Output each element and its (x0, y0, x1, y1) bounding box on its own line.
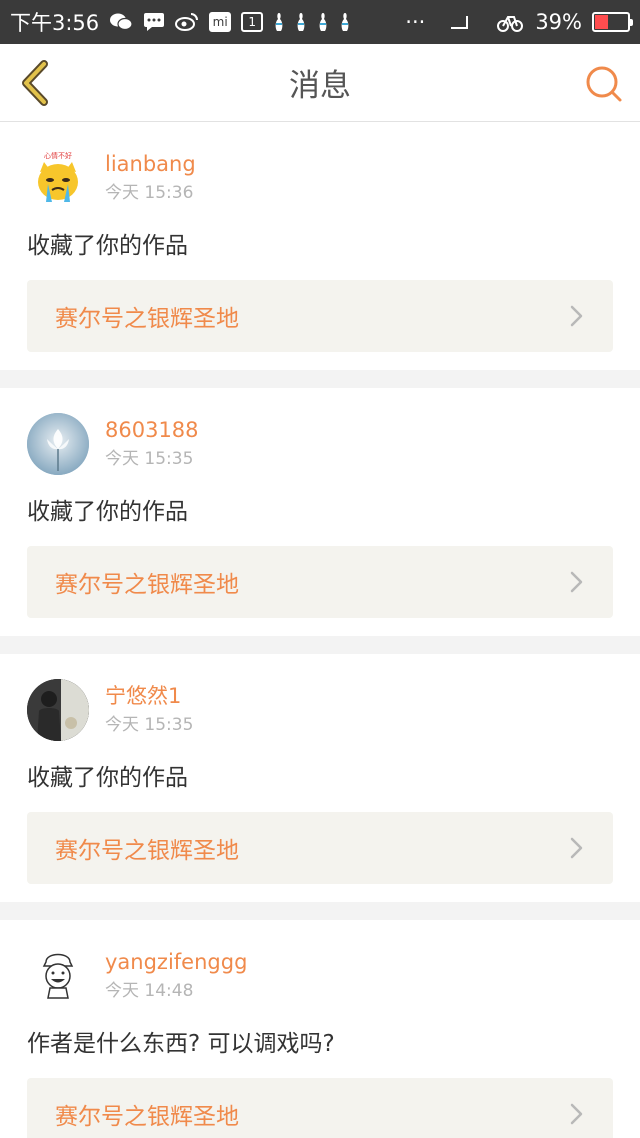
message-text: 收藏了你的作品 (27, 233, 188, 259)
username[interactable]: 宁悠然1 (105, 682, 193, 710)
signal-icon (449, 12, 469, 32)
work-title: 赛尔号之银辉圣地 (55, 838, 239, 864)
username[interactable]: 8603188 (105, 416, 199, 444)
notification-card: 宁悠然1 今天 15:35 收藏了你的作品 赛尔号之银辉圣地 (0, 654, 640, 902)
avatar-image (42, 953, 74, 999)
calendar-icon: 1 (241, 12, 264, 32)
work-link[interactable]: 赛尔号之银辉圣地 (27, 280, 613, 352)
avatar-image (27, 413, 89, 475)
battery-fill (595, 15, 609, 29)
status-time: 下午3:56 (10, 11, 100, 35)
notification-card: 8603188 今天 15:35 收藏了你的作品 赛尔号之银辉圣地 (0, 388, 640, 636)
chevron-right-icon (570, 571, 583, 593)
timestamp: 今天 15:35 (105, 449, 194, 469)
status-bar: 下午3:56 mi 1 ··· 39% (0, 0, 640, 44)
message-text: 收藏了你的作品 (27, 499, 188, 525)
page-title: 消息 (289, 68, 351, 104)
search-icon (586, 66, 622, 102)
weibo-icon (175, 12, 199, 32)
avatar[interactable] (27, 679, 89, 741)
username[interactable]: lianbang (105, 150, 196, 178)
notification-feed: 心情不好 lianbang 今天 15:36 收藏了你的作品 赛尔号之银辉圣地 (0, 122, 640, 1138)
work-link[interactable]: 赛尔号之银辉圣地 (27, 1078, 613, 1138)
status-left: 下午3:56 mi 1 (10, 7, 351, 37)
notification-card: 心情不好 lianbang 今天 15:36 收藏了你的作品 赛尔号之银辉圣地 (0, 122, 640, 370)
avatar-image: 心情不好 (36, 150, 80, 202)
back-chevron-icon (22, 60, 48, 106)
status-right: ··· 39% (405, 10, 633, 34)
card-header: 宁悠然1 今天 15:35 (27, 678, 613, 742)
user-meta: yangzifenggg 今天 14:48 (105, 948, 247, 1004)
timestamp: 今天 15:36 (105, 183, 194, 203)
header: 消息 (0, 44, 640, 122)
card-header: 8603188 今天 15:35 (27, 412, 613, 476)
work-title: 赛尔号之银辉圣地 (55, 572, 239, 598)
message-text: 作者是什么东西? 可以调戏吗? (27, 1031, 335, 1057)
user-meta: 8603188 今天 15:35 (105, 416, 199, 472)
avatar[interactable]: 心情不好 (27, 147, 89, 209)
message-icon (143, 12, 165, 32)
chevron-right-icon (570, 837, 583, 859)
chevron-right-icon (570, 1103, 583, 1125)
work-title: 赛尔号之银辉圣地 (55, 1104, 239, 1130)
username[interactable]: yangzifenggg (105, 948, 247, 976)
bowling-pin-icon (317, 12, 329, 32)
card-header: 心情不好 lianbang 今天 15:36 (27, 146, 613, 210)
timestamp: 今天 15:35 (105, 715, 194, 735)
battery-icon (592, 12, 633, 32)
avatar-badge-text: 心情不好 (44, 151, 72, 160)
bowling-pin-icon (339, 12, 351, 32)
work-link[interactable]: 赛尔号之银辉圣地 (27, 812, 613, 884)
bowling-pin-icon (295, 12, 307, 32)
work-title: 赛尔号之银辉圣地 (55, 306, 239, 332)
card-header: yangzifenggg 今天 14:48 (27, 944, 613, 1008)
avatar[interactable] (27, 945, 89, 1007)
battery-percent: 39% (535, 10, 582, 34)
chevron-right-icon (570, 305, 583, 327)
avatar-image (27, 679, 89, 741)
overflow-indicator: ··· (405, 10, 426, 34)
work-link[interactable]: 赛尔号之银辉圣地 (27, 546, 613, 618)
user-meta: lianbang 今天 15:36 (105, 150, 196, 206)
bike-icon (497, 12, 525, 32)
notification-card: yangzifenggg 今天 14:48 作者是什么东西? 可以调戏吗? 赛尔… (0, 920, 640, 1138)
bowling-pin-icon (273, 12, 285, 32)
wechat-icon (109, 12, 133, 32)
timestamp: 今天 14:48 (105, 981, 194, 1001)
search-button[interactable] (584, 64, 624, 104)
back-button[interactable] (16, 60, 56, 106)
message-text: 收藏了你的作品 (27, 765, 188, 791)
mi-icon: mi (209, 12, 232, 32)
user-meta: 宁悠然1 今天 15:35 (105, 682, 193, 738)
avatar[interactable] (27, 413, 89, 475)
